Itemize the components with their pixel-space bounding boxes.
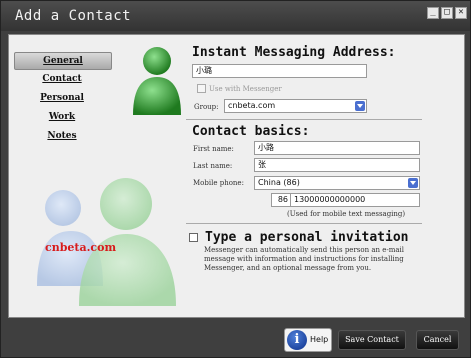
help-button[interactable]: i Help bbox=[284, 328, 332, 352]
nav-item-label: Notes bbox=[47, 131, 77, 141]
nav-item-label: Personal bbox=[40, 93, 84, 103]
side-navigation: General Contact Personal Work Notes bbox=[14, 41, 113, 151]
nav-item-notes[interactable]: Notes bbox=[14, 128, 110, 144]
chevron-down-icon bbox=[408, 178, 418, 188]
save-contact-button[interactable]: Save Contact bbox=[338, 330, 406, 350]
nav-item-personal[interactable]: Personal bbox=[14, 90, 110, 106]
nav-item-label: Contact bbox=[42, 74, 82, 84]
chevron-down-icon bbox=[355, 101, 365, 111]
nav-item-label: Work bbox=[48, 112, 76, 122]
mobile-phone-label: Mobile phone: bbox=[193, 179, 244, 187]
group-select[interactable]: cnbeta.com bbox=[224, 99, 367, 113]
info-icon: i bbox=[287, 330, 307, 350]
maximize-button[interactable]: □ bbox=[441, 7, 453, 19]
divider bbox=[186, 223, 422, 224]
window-title: Add a Contact bbox=[15, 8, 132, 24]
im-address-input[interactable]: 小璐 bbox=[192, 64, 367, 78]
country-code-field[interactable]: 86 bbox=[271, 193, 291, 207]
last-name-input[interactable]: 张 bbox=[254, 158, 420, 172]
first-name-input[interactable]: 小路 bbox=[254, 141, 420, 155]
help-label: Help bbox=[310, 335, 329, 344]
im-address-heading: Instant Messaging Address: bbox=[192, 45, 396, 60]
nav-item-general[interactable]: General bbox=[14, 52, 112, 70]
cnbeta-watermark: cnbeta.com bbox=[45, 241, 117, 254]
group-select-value: cnbeta.com bbox=[228, 101, 276, 110]
add-contact-window: Add a Contact _ □ ✕ cnbeta.com General C… bbox=[0, 0, 471, 358]
nav-item-contact[interactable]: Contact bbox=[14, 71, 110, 87]
last-name-label: Last name: bbox=[193, 162, 233, 170]
contact-buddy-icon bbox=[133, 47, 181, 115]
personal-invitation-checkbox[interactable] bbox=[189, 233, 198, 242]
divider bbox=[186, 119, 422, 120]
first-name-label: First name: bbox=[193, 145, 234, 153]
country-select[interactable]: China (86) bbox=[254, 176, 420, 190]
close-button[interactable]: ✕ bbox=[455, 7, 467, 19]
use-messenger-checkbox[interactable] bbox=[197, 84, 206, 93]
title-bar[interactable]: Add a Contact _ □ ✕ bbox=[1, 1, 470, 31]
country-select-value: China (86) bbox=[258, 178, 300, 187]
minimize-button[interactable]: _ bbox=[427, 7, 439, 19]
invitation-description: Messenger can automatically send this pe… bbox=[204, 246, 405, 272]
invitation-heading: Type a personal invitation bbox=[205, 230, 409, 245]
nav-item-label: General bbox=[43, 56, 83, 66]
group-label: Group: bbox=[194, 103, 219, 111]
contact-basics-heading: Contact basics: bbox=[192, 124, 310, 139]
mobile-hint-text: (Used for mobile text messaging) bbox=[287, 210, 406, 218]
nav-item-work[interactable]: Work bbox=[14, 109, 110, 125]
mobile-phone-input[interactable]: 13000000000000 bbox=[290, 193, 420, 207]
use-messenger-label: Use with Messenger bbox=[209, 85, 282, 93]
cancel-button[interactable]: Cancel bbox=[416, 330, 459, 350]
